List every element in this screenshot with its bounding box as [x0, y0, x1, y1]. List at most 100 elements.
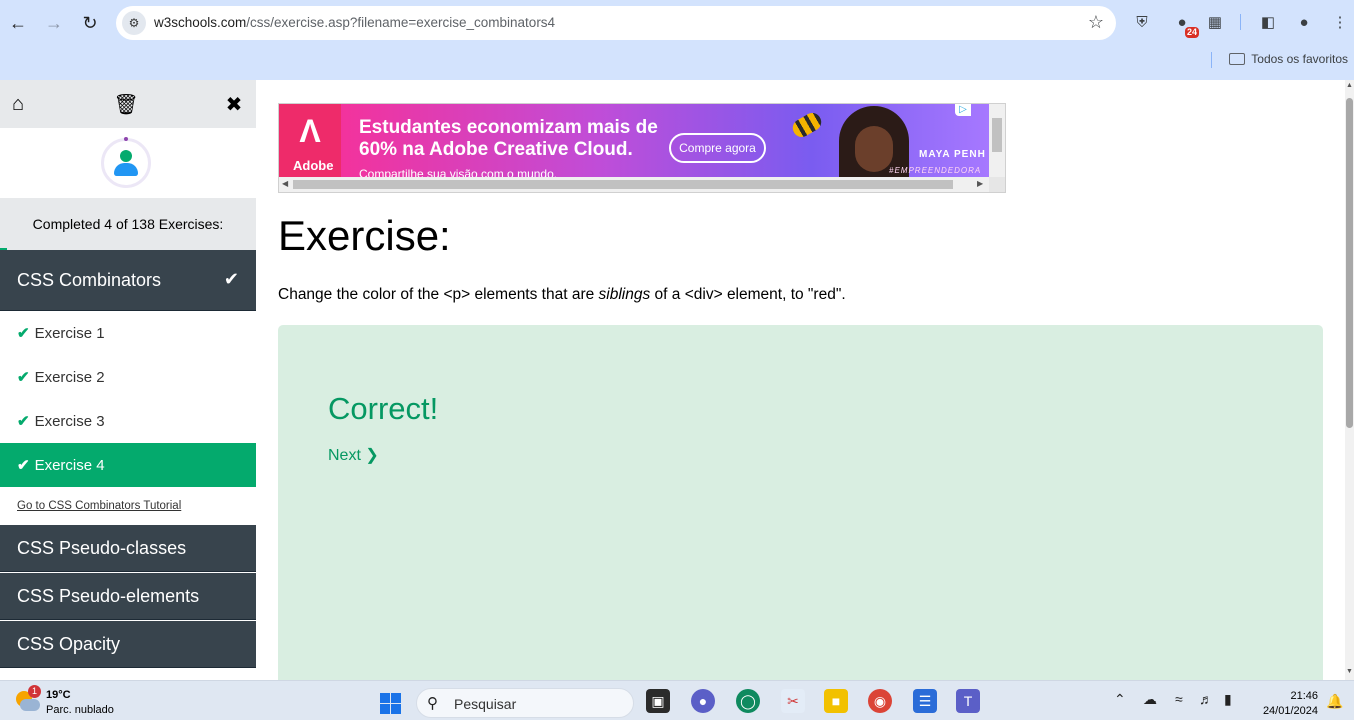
- profile-avatar-icon[interactable]: ●: [1292, 10, 1316, 34]
- chrome-icon[interactable]: ◉: [868, 689, 892, 713]
- section-css-combinators[interactable]: CSS Combinators ✔: [0, 250, 256, 311]
- notification-bell-icon[interactable]: 🔔: [1326, 693, 1343, 710]
- extensions-puzzle-icon[interactable]: ▦: [1203, 10, 1227, 34]
- url-text[interactable]: w3schools.com/css/exercise.asp?filename=…: [154, 15, 555, 30]
- extension-badge-count: 24: [1184, 27, 1199, 38]
- bee-illustration-icon: [789, 109, 825, 141]
- reload-icon[interactable]: ↻: [75, 8, 105, 38]
- sidebar-toolbar: ⌂ 🗑 ✖: [0, 80, 256, 128]
- menu-kebab-icon[interactable]: ⋮: [1328, 10, 1352, 34]
- battery-icon[interactable]: ▮: [1224, 691, 1232, 708]
- scroll-right-arrow-icon[interactable]: ▶: [977, 179, 983, 188]
- system-clock[interactable]: 21:46 24/01/2024: [1252, 689, 1318, 719]
- progress-text: Completed 4 of 138 Exercises:: [32, 216, 224, 232]
- desc-emphasis: siblings: [598, 286, 651, 303]
- weather-widget[interactable]: 1 19°C Parc. nublado: [14, 685, 134, 717]
- exercise-item-2[interactable]: ✔ Exercise 2: [0, 355, 256, 399]
- check-icon: ✔: [17, 413, 30, 430]
- ad-person-name: MAYA PENH: [919, 149, 986, 160]
- ad-hscroll-thumb[interactable]: [293, 180, 953, 189]
- home-icon[interactable]: ⌂: [6, 92, 30, 116]
- close-icon[interactable]: ✖: [222, 92, 246, 116]
- exercise-label: Exercise 1: [34, 324, 105, 342]
- ad-person-face: [855, 126, 893, 172]
- avatar[interactable]: [101, 137, 151, 188]
- toolbar-separator: [1240, 14, 1241, 30]
- tutorial-link[interactable]: Go to CSS Combinators Tutorial: [17, 500, 181, 512]
- section-label: CSS Combinators: [17, 269, 162, 290]
- check-icon: ✔: [17, 457, 30, 474]
- site-info-icon[interactable]: ⚙: [122, 11, 146, 35]
- volume-icon[interactable]: ♬: [1199, 691, 1213, 707]
- weather-badge: 1: [28, 685, 41, 698]
- exercise-label: Exercise 3: [34, 412, 105, 430]
- bookmark-star-icon[interactable]: ☆: [1088, 12, 1104, 33]
- section-label: CSS Opacity: [17, 633, 121, 654]
- folder-icon: [1229, 53, 1246, 65]
- scroll-down-arrow-icon[interactable]: ▼: [1346, 668, 1353, 675]
- section-css-pseudo-elements[interactable]: CSS Pseudo-elements: [0, 573, 256, 620]
- next-button[interactable]: Next ❯: [328, 445, 379, 465]
- check-icon: ✔: [17, 325, 30, 342]
- result-panel: Correct! Next ❯: [278, 325, 1323, 680]
- ad-banner[interactable]: Λ Adobe Estudantes economizam mais de 60…: [278, 103, 1006, 193]
- trash-icon[interactable]: 🗑: [113, 92, 138, 116]
- url-path: /css/exercise.asp?filename=exercise_comb…: [246, 15, 556, 30]
- side-panel-icon[interactable]: ◧: [1256, 10, 1280, 34]
- shield-extension-icon[interactable]: ⛨: [1130, 10, 1154, 34]
- exercise-item-1[interactable]: ✔ Exercise 1: [0, 311, 256, 355]
- chat-icon[interactable]: ●: [691, 689, 715, 713]
- desc-text-1: Change the color of the <p> elements tha…: [278, 286, 599, 303]
- section-css-opacity[interactable]: CSS Opacity: [0, 621, 256, 668]
- page-title: Exercise:: [278, 212, 451, 259]
- exercise-sidebar: ⌂ 🗑 ✖ Completed 4 of 138 Exercises: CSS …: [0, 80, 256, 680]
- exercise-label: Exercise 2: [34, 368, 105, 386]
- snipping-tool-icon[interactable]: ✂: [781, 689, 805, 713]
- bookmarks-folder[interactable]: Todos os favoritos: [1229, 52, 1348, 66]
- windows-start-icon[interactable]: [380, 693, 402, 715]
- exercise-label: Exercise 4: [34, 456, 105, 474]
- progress-status: Completed 4 of 138 Exercises:: [0, 198, 256, 250]
- adobe-logo: Λ Adobe: [279, 104, 341, 177]
- search-icon: ⚲: [427, 695, 438, 712]
- address-bar[interactable]: ⚙ w3schools.com/css/exercise.asp?filenam…: [116, 6, 1116, 40]
- search-highlight-icon: [587, 693, 627, 713]
- teams-icon[interactable]: T: [956, 689, 980, 713]
- ad-brand: Adobe: [293, 158, 334, 173]
- extension-badge-icon[interactable]: ● 24: [1170, 10, 1199, 38]
- weather-temp: 19°C: [46, 689, 71, 701]
- wifi-icon[interactable]: ≈: [1175, 691, 1183, 707]
- ad-cta-button[interactable]: Compre agora: [669, 133, 766, 163]
- ad-horizontal-scrollbar[interactable]: ◀ ▶: [279, 177, 989, 192]
- section-label: CSS Pseudo-elements: [17, 585, 200, 606]
- taskbar-search[interactable]: ⚲ Pesquisar: [416, 688, 634, 718]
- tray-chevron-icon[interactable]: ⌃: [1114, 691, 1126, 708]
- forward-icon[interactable]: →: [39, 8, 69, 38]
- ad-creative[interactable]: Λ Adobe Estudantes economizam mais de 60…: [279, 104, 989, 186]
- user-area: [0, 128, 256, 198]
- page-scrollbar[interactable]: ▲ ▼: [1345, 80, 1354, 680]
- ad-vscroll-thumb[interactable]: [992, 118, 1002, 152]
- ad-hashtag: #EMPREENDEDORA: [889, 166, 982, 175]
- notepad-icon[interactable]: ☰: [913, 689, 937, 713]
- browser-toolbar: ← → ↻ ⚙ w3schools.com/css/exercise.asp?f…: [0, 0, 1354, 80]
- page-scroll-thumb[interactable]: [1346, 98, 1353, 428]
- section-css-pseudo-classes[interactable]: CSS Pseudo-classes: [0, 525, 256, 572]
- clock-date: 24/01/2024: [1262, 705, 1318, 717]
- result-title: Correct!: [328, 391, 439, 426]
- edge-browser-icon[interactable]: ◯: [736, 689, 760, 713]
- clock-time: 21:46: [1290, 690, 1318, 702]
- scroll-up-arrow-icon[interactable]: ▲: [1346, 82, 1353, 89]
- exercise-item-4[interactable]: ✔ Exercise 4: [0, 443, 256, 487]
- back-icon[interactable]: ←: [3, 8, 33, 38]
- section-complete-check-icon: ✔: [223, 269, 239, 289]
- scroll-left-arrow-icon[interactable]: ◀: [282, 179, 288, 188]
- ad-vertical-scrollbar[interactable]: [989, 104, 1005, 177]
- check-icon: ✔: [17, 369, 30, 386]
- onedrive-cloud-icon[interactable]: ☁: [1143, 691, 1157, 708]
- adchoices-icon[interactable]: ▷: [955, 104, 971, 116]
- task-view-icon[interactable]: ▣: [646, 689, 670, 713]
- file-explorer-icon[interactable]: ■: [824, 689, 848, 713]
- exercise-item-3[interactable]: ✔ Exercise 3: [0, 399, 256, 443]
- ad-headline: Estudantes economizam mais de 60% na Ado…: [359, 117, 658, 160]
